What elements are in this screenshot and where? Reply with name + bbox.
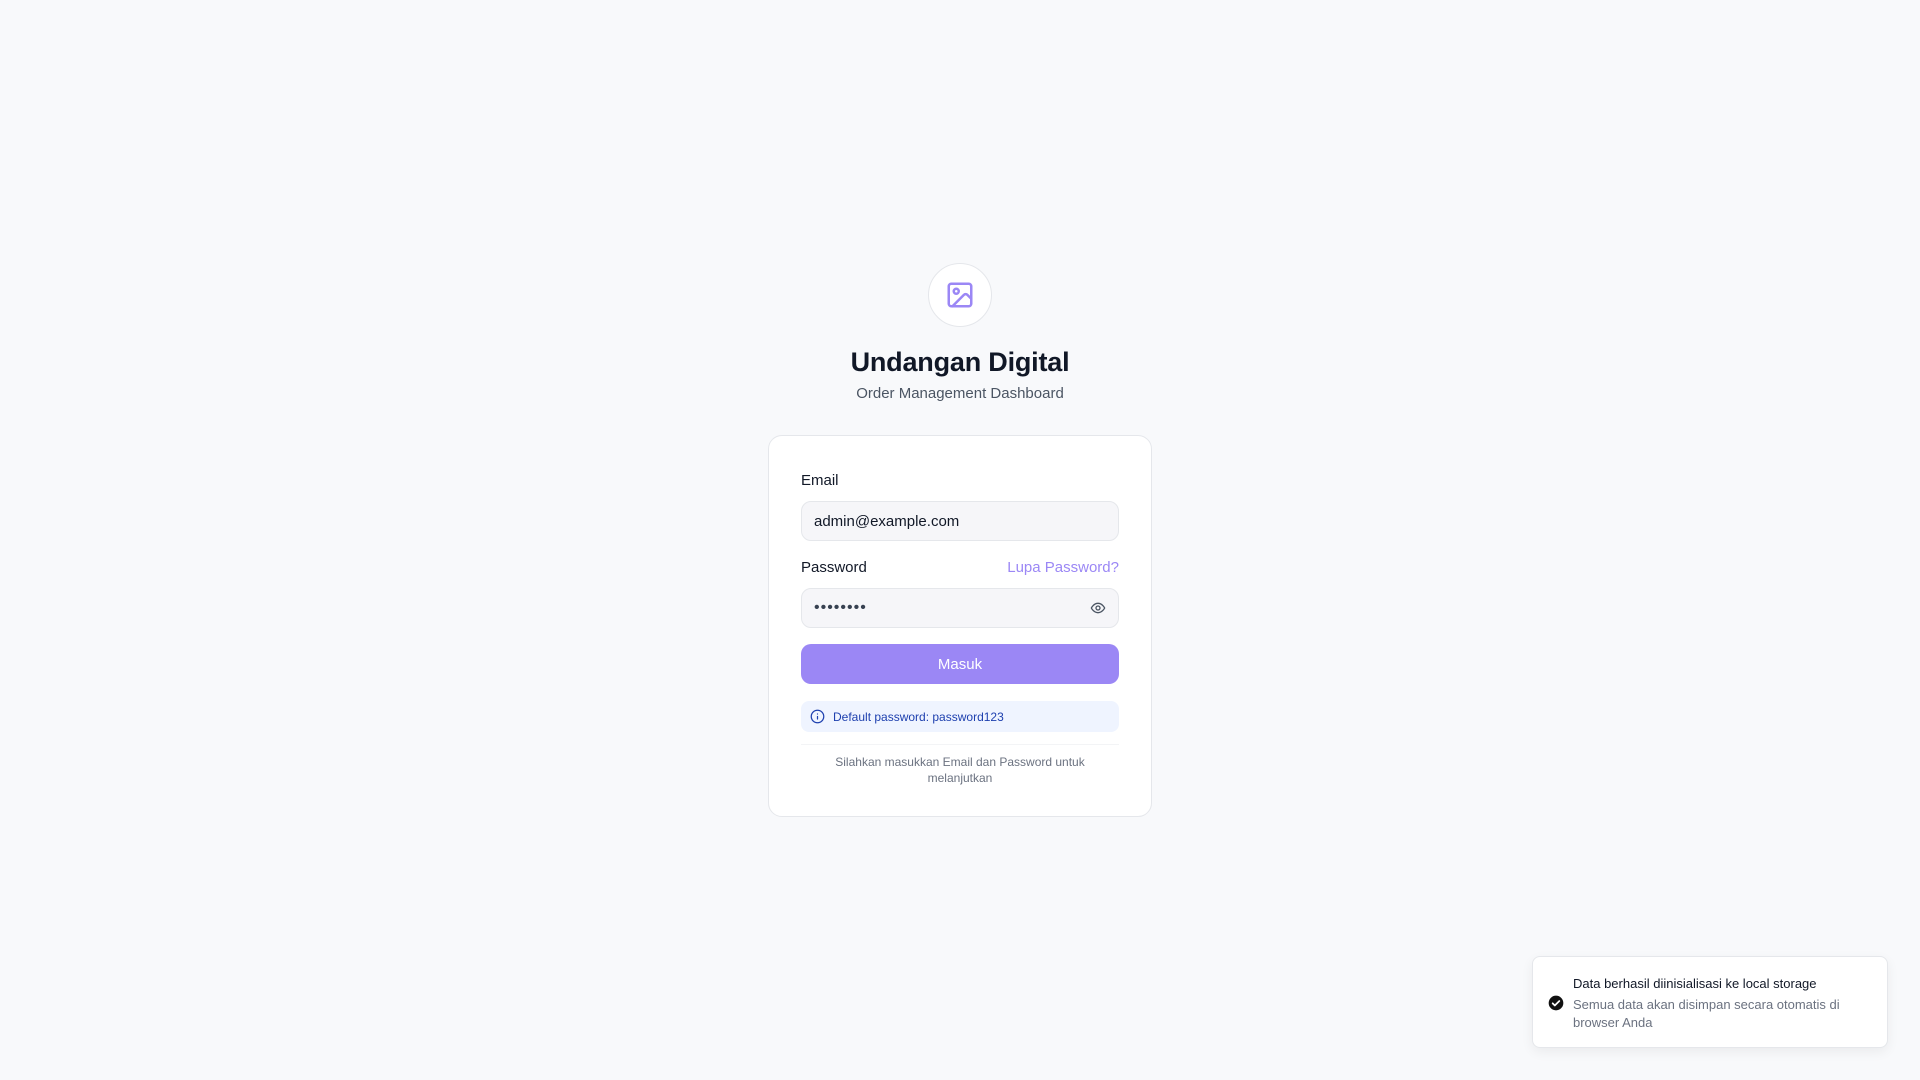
info-icon <box>810 709 825 724</box>
email-value: admin@example.com <box>814 512 960 530</box>
show-password-toggle[interactable] <box>1090 600 1106 616</box>
password-label: Password <box>801 559 867 576</box>
toast-description: Semua data akan disimpan secara otomatis… <box>1573 997 1840 1030</box>
email-label: Email <box>801 472 839 489</box>
brand-header: Undangan Digital Order Management Dashbo… <box>0 263 1920 404</box>
password-label-row: Password Lupa Password? <box>801 559 1119 577</box>
logo <box>928 263 992 327</box>
email-field[interactable]: admin@example.com <box>801 501 1119 541</box>
image-icon <box>947 282 973 308</box>
login-button[interactable]: Masuk <box>801 644 1119 684</box>
login-card: Email admin@example.com Password Lupa Pa… <box>768 435 1152 817</box>
eye-icon <box>1090 602 1106 614</box>
divider <box>801 744 1119 745</box>
app-subtitle: Order Management Dashboard <box>856 385 1064 402</box>
app-title: Undangan Digital <box>850 347 1070 377</box>
password-field[interactable]: •••••••• <box>801 588 1119 628</box>
password-value: •••••••• <box>814 599 867 616</box>
footer-note: Silahkan masukkan Email dan Password unt… <box>835 755 1085 785</box>
toast-content: Data berhasil diinisialisasi ke local st… <box>1573 975 1867 1032</box>
toast-notification: Data berhasil diinisialisasi ke local st… <box>1532 956 1888 1048</box>
toast-title: Data berhasil diinisialisasi ke local st… <box>1573 976 1817 991</box>
hint-text: Default password: password123 <box>833 709 1004 724</box>
login-page: Undangan Digital Order Management Dashbo… <box>0 0 1920 1080</box>
default-password-hint: Default password: password123 <box>801 701 1119 732</box>
check-circle-icon <box>1548 995 1564 1011</box>
forgot-password-link[interactable]: Lupa Password? <box>1007 559 1119 577</box>
